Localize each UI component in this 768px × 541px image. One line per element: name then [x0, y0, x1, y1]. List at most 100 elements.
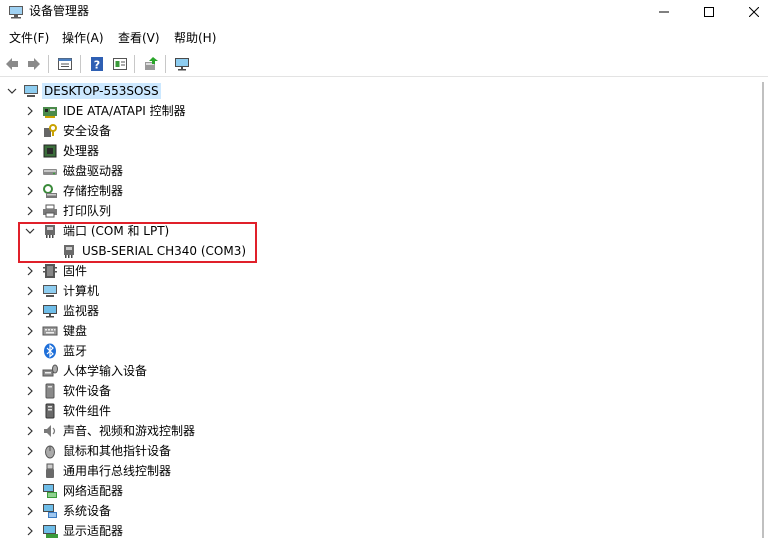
chevron-right-icon[interactable] [24, 345, 36, 357]
security-device-icon [42, 123, 58, 139]
display-adapter-icon [42, 523, 58, 539]
menu-file[interactable]: 文件(F) [8, 30, 50, 46]
software-device-icon [42, 383, 58, 399]
chevron-right-icon[interactable] [24, 325, 36, 337]
tree-category-label: 计算机 [63, 284, 100, 298]
chevron-right-icon[interactable] [24, 125, 36, 137]
ide-controller-icon [42, 103, 58, 119]
show-hidden-icon[interactable] [110, 54, 130, 74]
bluetooth-icon [42, 343, 58, 359]
chevron-right-icon[interactable] [24, 385, 36, 397]
chevron-right-icon[interactable] [24, 185, 36, 197]
chevron-right-icon[interactable] [24, 505, 36, 517]
toolbar-separator [165, 55, 166, 73]
minimize-button[interactable] [641, 0, 687, 24]
tree-category-label: 显示适配器 [63, 524, 124, 538]
software-component-icon [42, 403, 58, 419]
tree-category-label: 网络适配器 [63, 484, 124, 498]
speaker-icon [42, 423, 58, 439]
chevron-right-icon[interactable] [24, 105, 36, 117]
tree-category-label: 固件 [63, 264, 88, 278]
tree-category-label: 通用串行总线控制器 [63, 464, 172, 478]
chevron-right-icon[interactable] [24, 405, 36, 417]
mouse-icon [42, 443, 58, 459]
help-icon[interactable]: ? [87, 54, 107, 74]
chevron-right-icon[interactable] [24, 485, 36, 497]
chevron-right-icon[interactable] [24, 465, 36, 477]
tree-category-row[interactable]: 蓝牙 [0, 341, 768, 361]
tree-category-row[interactable]: 计算机 [0, 281, 768, 301]
toolbar-separator [134, 55, 135, 73]
tree-category-label: 软件设备 [63, 384, 112, 398]
menu-action[interactable]: 操作(A) [61, 30, 105, 46]
chevron-right-icon[interactable] [24, 445, 36, 457]
tree-category-label: 系统设备 [63, 504, 112, 518]
keyboard-icon [42, 323, 58, 339]
tree-category-label: 键盘 [63, 324, 88, 338]
close-button[interactable] [731, 0, 768, 24]
processor-icon [42, 143, 58, 159]
highlight-box [18, 222, 257, 263]
tree-category-row[interactable]: 安全设备 [0, 121, 768, 141]
device-manager-app-icon [8, 4, 24, 20]
tree-category-row[interactable]: 声音、视频和游戏控制器 [0, 421, 768, 441]
disk-drive-icon [42, 163, 58, 179]
title-bar: 设备管理器 [0, 0, 768, 24]
menu-bar: 文件(F) 操作(A) 查看(V) 帮助(H) [0, 28, 768, 48]
svg-text:?: ? [94, 59, 100, 72]
tree-category-label: 处理器 [63, 144, 100, 158]
tree-category-row[interactable]: 处理器 [0, 141, 768, 161]
toolbar-separator [48, 55, 49, 73]
printer-icon [42, 203, 58, 219]
tree-category-row[interactable]: 软件组件 [0, 401, 768, 421]
tree-category-row[interactable]: 软件设备 [0, 381, 768, 401]
tree-category-label: 鼠标和其他指针设备 [63, 444, 172, 458]
tree-category-row[interactable]: 键盘 [0, 321, 768, 341]
monitor-icon[interactable] [172, 54, 192, 74]
tree-category-row[interactable]: 固件 [0, 261, 768, 281]
back-arrow-icon[interactable] [2, 54, 22, 74]
tree-category-row[interactable]: 人体学输入设备 [0, 361, 768, 381]
chevron-down-icon[interactable] [6, 85, 18, 97]
properties-icon[interactable] [55, 54, 75, 74]
tree-category-row[interactable]: IDE ATA/ATAPI 控制器 [0, 101, 768, 121]
tree-category-row[interactable]: 鼠标和其他指针设备 [0, 441, 768, 461]
maximize-button[interactable] [686, 0, 732, 24]
chevron-right-icon[interactable] [24, 285, 36, 297]
menu-help[interactable]: 帮助(H) [173, 30, 217, 46]
tree-category-row[interactable]: 系统设备 [0, 501, 768, 521]
system-device-icon [42, 503, 58, 519]
vertical-scrollbar[interactable] [762, 82, 764, 538]
update-driver-icon[interactable] [141, 54, 161, 74]
chevron-right-icon[interactable] [24, 165, 36, 177]
device-tree: DESKTOP-553SOSS IDE ATA/ATAPI 控制器 安全设备 处… [0, 80, 768, 541]
tree-category-row[interactable]: 打印队列 [0, 201, 768, 221]
tree-category-row[interactable]: 显示适配器 [0, 521, 768, 541]
chevron-right-icon[interactable] [24, 265, 36, 277]
tree-category-label: 监视器 [63, 304, 100, 318]
chevron-right-icon[interactable] [24, 205, 36, 217]
chevron-right-icon[interactable] [24, 145, 36, 157]
chevron-right-icon[interactable] [24, 525, 36, 537]
tree-category-row[interactable]: 存储控制器 [0, 181, 768, 201]
hid-icon [42, 363, 58, 379]
tree-category-row[interactable]: 磁盘驱动器 [0, 161, 768, 181]
chevron-right-icon[interactable] [24, 365, 36, 377]
tree-category-label: 安全设备 [63, 124, 112, 138]
firmware-icon [42, 263, 58, 279]
monitor-icon [42, 303, 58, 319]
tree-category-label: 声音、视频和游戏控制器 [63, 424, 196, 438]
menu-view[interactable]: 查看(V) [117, 30, 161, 46]
window-title: 设备管理器 [29, 4, 90, 18]
storage-controller-icon [42, 183, 58, 199]
tree-category-label: 磁盘驱动器 [63, 164, 124, 178]
tree-category-row[interactable]: 网络适配器 [0, 481, 768, 501]
chevron-right-icon[interactable] [24, 305, 36, 317]
tree-category-label: 打印队列 [63, 204, 112, 218]
tree-category-label: 蓝牙 [63, 344, 88, 358]
chevron-right-icon[interactable] [24, 425, 36, 437]
forward-arrow-icon[interactable] [24, 54, 44, 74]
tree-root-row[interactable]: DESKTOP-553SOSS [0, 81, 768, 101]
tree-category-row[interactable]: 监视器 [0, 301, 768, 321]
tree-category-row[interactable]: 通用串行总线控制器 [0, 461, 768, 481]
